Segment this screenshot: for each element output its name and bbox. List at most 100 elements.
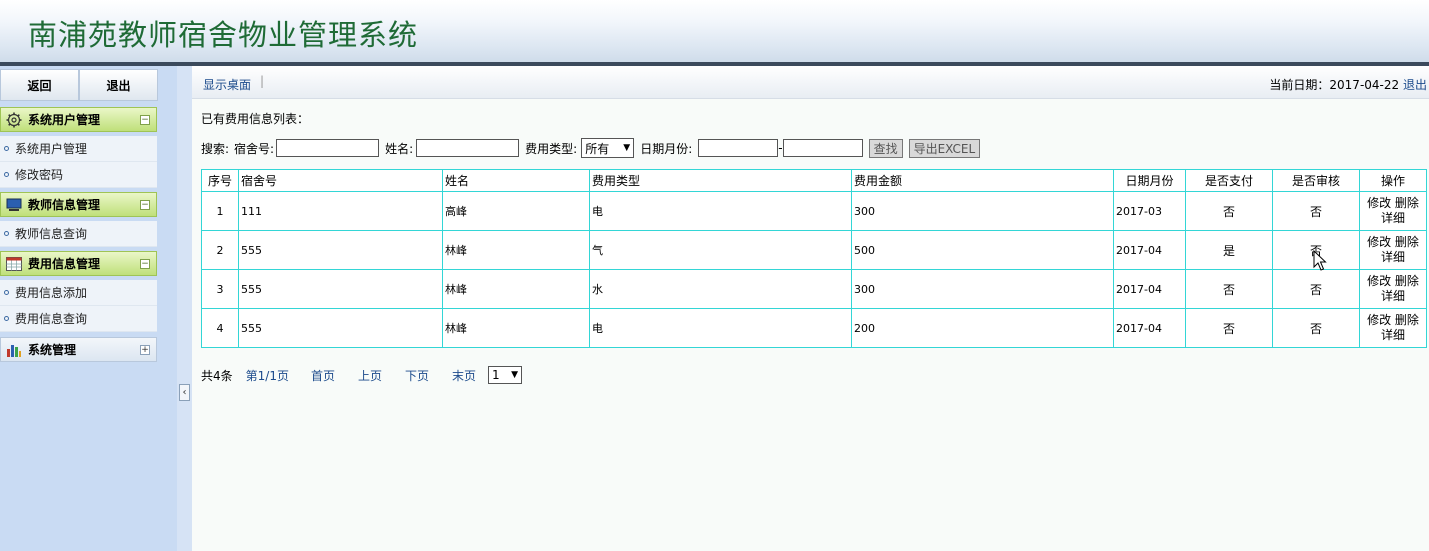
table-row: 3 555 林峰水 300 2017-04 否否修改 删除 详细 bbox=[201, 269, 1427, 309]
amount-cell: 300 bbox=[851, 269, 1114, 309]
audited-cell: 否 bbox=[1272, 191, 1360, 231]
pagination: 共4条 第1/1页 首页 上页 下页 末页 1 ▼ bbox=[201, 366, 523, 384]
row-number-cell: 2 bbox=[201, 230, 239, 270]
collapse-toggle-icon[interactable]: − bbox=[140, 258, 150, 269]
menu-group-title: 系统用户管理 bbox=[28, 113, 101, 127]
fee-type-cell: 电 bbox=[589, 308, 852, 348]
column-header: 费用金额 bbox=[851, 169, 1114, 192]
monitor-icon bbox=[6, 198, 22, 212]
edit-link[interactable]: 修改 bbox=[1367, 274, 1391, 288]
dorm-cell: 555 bbox=[238, 269, 443, 309]
month-cell: 2017-04 bbox=[1113, 269, 1186, 309]
menu-list-teacher-info: 教师信息查询 bbox=[0, 221, 157, 247]
table-row: 2 555 林峰气 500 2017-04 是否修改 删除 详细 bbox=[201, 230, 1427, 270]
detail-link[interactable]: 详细 bbox=[1381, 211, 1405, 225]
show-desktop-link[interactable]: 显示桌面 bbox=[203, 76, 251, 93]
search-label: 搜索: bbox=[201, 141, 230, 156]
detail-link[interactable]: 详细 bbox=[1381, 250, 1405, 264]
menu-item-fee-query[interactable]: 费用信息查询 bbox=[0, 306, 157, 332]
delete-link[interactable]: 删除 bbox=[1395, 196, 1419, 210]
column-header: 姓名 bbox=[442, 169, 590, 192]
find-button[interactable]: 查找 bbox=[868, 138, 903, 158]
last-page-link[interactable]: 末页 bbox=[452, 367, 476, 384]
column-header: 操作 bbox=[1359, 169, 1427, 192]
app-header: 南浦苑教师宿舍物业管理系统 bbox=[0, 0, 1429, 62]
column-header: 费用类型 bbox=[589, 169, 852, 192]
name-cell: 林峰 bbox=[442, 308, 590, 348]
table-row: 4 555 林峰电 200 2017-04 否否修改 删除 详细 bbox=[201, 308, 1427, 348]
page-selected: 1 bbox=[492, 368, 500, 382]
edit-link[interactable]: 修改 bbox=[1367, 196, 1391, 210]
amount-cell: 200 bbox=[851, 308, 1114, 348]
menu-group-system-admin[interactable]: 系统管理 + bbox=[0, 337, 157, 362]
menu-group-teacher-info[interactable]: 教师信息管理 − bbox=[0, 192, 157, 217]
menu-group-system-users[interactable]: 系统用户管理 − bbox=[0, 107, 157, 132]
fee-type-cell: 气 bbox=[589, 230, 852, 270]
paid-cell: 否 bbox=[1185, 191, 1273, 231]
month-cell: 2017-04 bbox=[1113, 308, 1186, 348]
expand-toggle-icon[interactable]: + bbox=[140, 344, 150, 355]
operations-cell: 修改 删除 详细 bbox=[1359, 230, 1427, 270]
name-cell: 林峰 bbox=[442, 269, 590, 309]
sidebar: 返回 退出 系统用户管理 − 系统用户管理 修改密码 教师信息管理 − 教师信息… bbox=[0, 66, 160, 551]
edit-link[interactable]: 修改 bbox=[1367, 313, 1391, 327]
menu-item-label: 系统用户管理 bbox=[15, 142, 88, 156]
menu-item-system-users[interactable]: 系统用户管理 bbox=[0, 136, 157, 162]
bullet-icon bbox=[4, 316, 9, 321]
fee-table: 序号 宿舍号 姓名 费用类型 费用金额 日期月份 是否支付 是否审核 操作 11… bbox=[201, 169, 1427, 348]
column-header: 序号 bbox=[201, 169, 239, 192]
fee-type-selected: 所有 bbox=[585, 141, 610, 156]
audited-cell: 否 bbox=[1272, 269, 1360, 309]
fee-type-select[interactable]: 所有 ▼ bbox=[581, 138, 635, 158]
total-count: 共4条 bbox=[201, 368, 233, 383]
collapse-toggle-icon[interactable]: − bbox=[140, 114, 150, 125]
dropdown-arrow-icon: ▼ bbox=[511, 370, 519, 380]
menu-item-change-password[interactable]: 修改密码 bbox=[0, 162, 157, 188]
menu-item-fee-add[interactable]: 费用信息添加 bbox=[0, 280, 157, 306]
detail-link[interactable]: 详细 bbox=[1381, 289, 1405, 303]
logout-link[interactable]: 退出 bbox=[1403, 78, 1427, 92]
export-excel-button[interactable]: 导出EXCEL bbox=[908, 138, 981, 158]
month-to-input[interactable] bbox=[782, 139, 863, 157]
month-from-input[interactable] bbox=[698, 139, 779, 157]
menu-group-fee-info[interactable]: 费用信息管理 − bbox=[0, 251, 157, 276]
menu-item-teacher-query[interactable]: 教师信息查询 bbox=[0, 221, 157, 247]
topbar-separator: | bbox=[260, 74, 265, 88]
name-input[interactable] bbox=[416, 139, 520, 157]
back-button[interactable]: 返回 bbox=[0, 69, 79, 101]
paid-cell: 是 bbox=[1185, 230, 1273, 270]
dorm-input[interactable] bbox=[276, 139, 380, 157]
splitter-bar[interactable] bbox=[177, 66, 192, 551]
row-number-cell: 3 bbox=[201, 269, 239, 309]
sidebar-top-buttons: 返回 退出 bbox=[0, 69, 158, 101]
delete-link[interactable]: 删除 bbox=[1395, 274, 1419, 288]
edit-link[interactable]: 修改 bbox=[1367, 235, 1391, 249]
dropdown-arrow-icon: ▼ bbox=[623, 143, 631, 153]
collapse-toggle-icon[interactable]: − bbox=[140, 199, 150, 210]
row-number-cell: 4 bbox=[201, 308, 239, 348]
menu-group-title: 费用信息管理 bbox=[28, 257, 101, 271]
column-header: 日期月份 bbox=[1113, 169, 1186, 192]
audited-cell: 否 bbox=[1272, 308, 1360, 348]
main-content: 显示桌面 | 当前日期：2017-04-22 退出 已有费用信息列表： 搜索: … bbox=[192, 66, 1429, 551]
search-bar: 搜索: 宿舍号: 姓名: 费用类型: 所有 ▼ 日期月份: - 查找 导出EXC… bbox=[201, 137, 981, 159]
detail-link[interactable]: 详细 bbox=[1381, 328, 1405, 342]
delete-link[interactable]: 删除 bbox=[1395, 235, 1419, 249]
next-page-link[interactable]: 下页 bbox=[405, 367, 429, 384]
row-number-cell: 1 bbox=[201, 191, 239, 231]
name-cell: 林峰 bbox=[442, 230, 590, 270]
dorm-label: 宿舍号: bbox=[234, 141, 275, 156]
column-header: 是否审核 bbox=[1272, 169, 1360, 192]
delete-link[interactable]: 删除 bbox=[1395, 313, 1419, 327]
amount-cell: 300 bbox=[851, 191, 1114, 231]
prev-page-link[interactable]: 上页 bbox=[358, 367, 382, 384]
collapse-left-icon[interactable]: ‹ bbox=[179, 384, 190, 401]
exit-button[interactable]: 退出 bbox=[79, 69, 158, 101]
first-page-link[interactable]: 首页 bbox=[311, 367, 335, 384]
dorm-cell: 555 bbox=[238, 308, 443, 348]
calendar-icon bbox=[6, 256, 22, 271]
menu-item-label: 费用信息添加 bbox=[15, 286, 88, 300]
page-select[interactable]: 1 ▼ bbox=[488, 366, 523, 384]
bullet-icon bbox=[4, 290, 9, 295]
mouse-cursor-icon bbox=[1313, 250, 1327, 271]
